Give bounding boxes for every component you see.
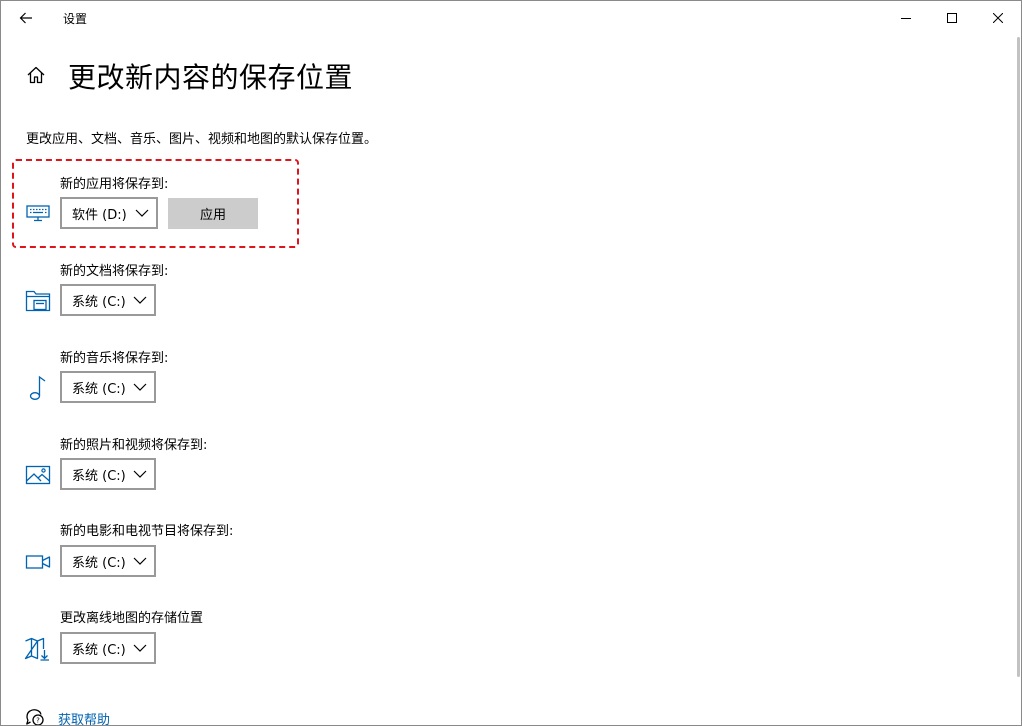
folder-drive-icon [25, 290, 51, 312]
close-icon [993, 13, 1003, 23]
video-camera-icon [25, 555, 51, 569]
music-save-label: 新的音乐将保存到: [60, 351, 169, 366]
apps-location-value: 软件 (D:) [72, 207, 127, 223]
apply-button[interactable]: 应用 [168, 198, 258, 229]
maximize-icon [947, 13, 957, 23]
chevron-down-icon [126, 547, 154, 575]
maps-save-label: 更改离线地图的存储位置 [60, 611, 204, 626]
close-button[interactable] [975, 1, 1021, 35]
apps-row-icon [23, 198, 53, 228]
chevron-down-icon [126, 286, 154, 314]
documents-row-icon [23, 286, 53, 316]
apps-save-label: 新的应用将保存到: [60, 177, 169, 192]
chevron-down-icon [128, 199, 156, 227]
documents-location-select[interactable]: 系统 (C:) [60, 284, 156, 316]
apps-location-select[interactable]: 软件 (D:) [60, 197, 158, 229]
music-note-icon [29, 375, 46, 400]
svg-text:?: ? [36, 717, 40, 725]
photos-row-icon [23, 460, 53, 490]
photos-save-label: 新的照片和视频将保存到: [60, 438, 208, 453]
picture-icon [25, 465, 51, 485]
get-help-link[interactable]: 获取帮助 [58, 709, 110, 725]
movies-save-label: 新的电影和电视节目将保存到: [60, 524, 234, 539]
page-description: 更改应用、文档、音乐、图片、视频和地图的默认保存位置。 [26, 132, 378, 147]
monitor-keyboard-icon [26, 205, 50, 222]
chevron-down-icon [126, 460, 154, 488]
movies-row-icon [23, 547, 53, 577]
minimize-icon [901, 18, 911, 19]
home-icon [27, 66, 45, 84]
photos-location-value: 系统 (C:) [72, 468, 126, 484]
documents-save-label: 新的文档将保存到: [60, 264, 169, 279]
home-button[interactable] [23, 62, 49, 88]
help-chat-icon: ? [26, 709, 44, 725]
minimize-button[interactable] [883, 1, 929, 35]
map-download-icon [24, 637, 49, 661]
back-button[interactable] [11, 5, 41, 31]
photos-location-select[interactable]: 系统 (C:) [60, 458, 156, 490]
scrollbar[interactable] [1017, 37, 1020, 677]
maps-location-select[interactable]: 系统 (C:) [60, 632, 156, 664]
documents-location-value: 系统 (C:) [72, 294, 126, 310]
maps-location-value: 系统 (C:) [72, 642, 126, 658]
settings-window: 设置 更改新内容的保存位置 更改应用、文档、音乐、图片、视频和地图的默认保存位置… [0, 0, 1022, 726]
music-location-select[interactable]: 系统 (C:) [60, 371, 156, 403]
music-location-value: 系统 (C:) [72, 381, 126, 397]
music-row-icon [23, 373, 53, 403]
title-bar: 设置 [1, 1, 1021, 35]
movies-location-value: 系统 (C:) [72, 555, 126, 571]
maps-row-icon [23, 634, 53, 664]
maximize-button[interactable] [929, 1, 975, 35]
chevron-down-icon [126, 634, 154, 662]
back-arrow-icon [19, 12, 32, 24]
chevron-down-icon [126, 373, 154, 401]
movies-location-select[interactable]: 系统 (C:) [60, 545, 156, 577]
page-title: 更改新内容的保存位置 [68, 61, 354, 94]
app-title: 设置 [63, 12, 88, 26]
